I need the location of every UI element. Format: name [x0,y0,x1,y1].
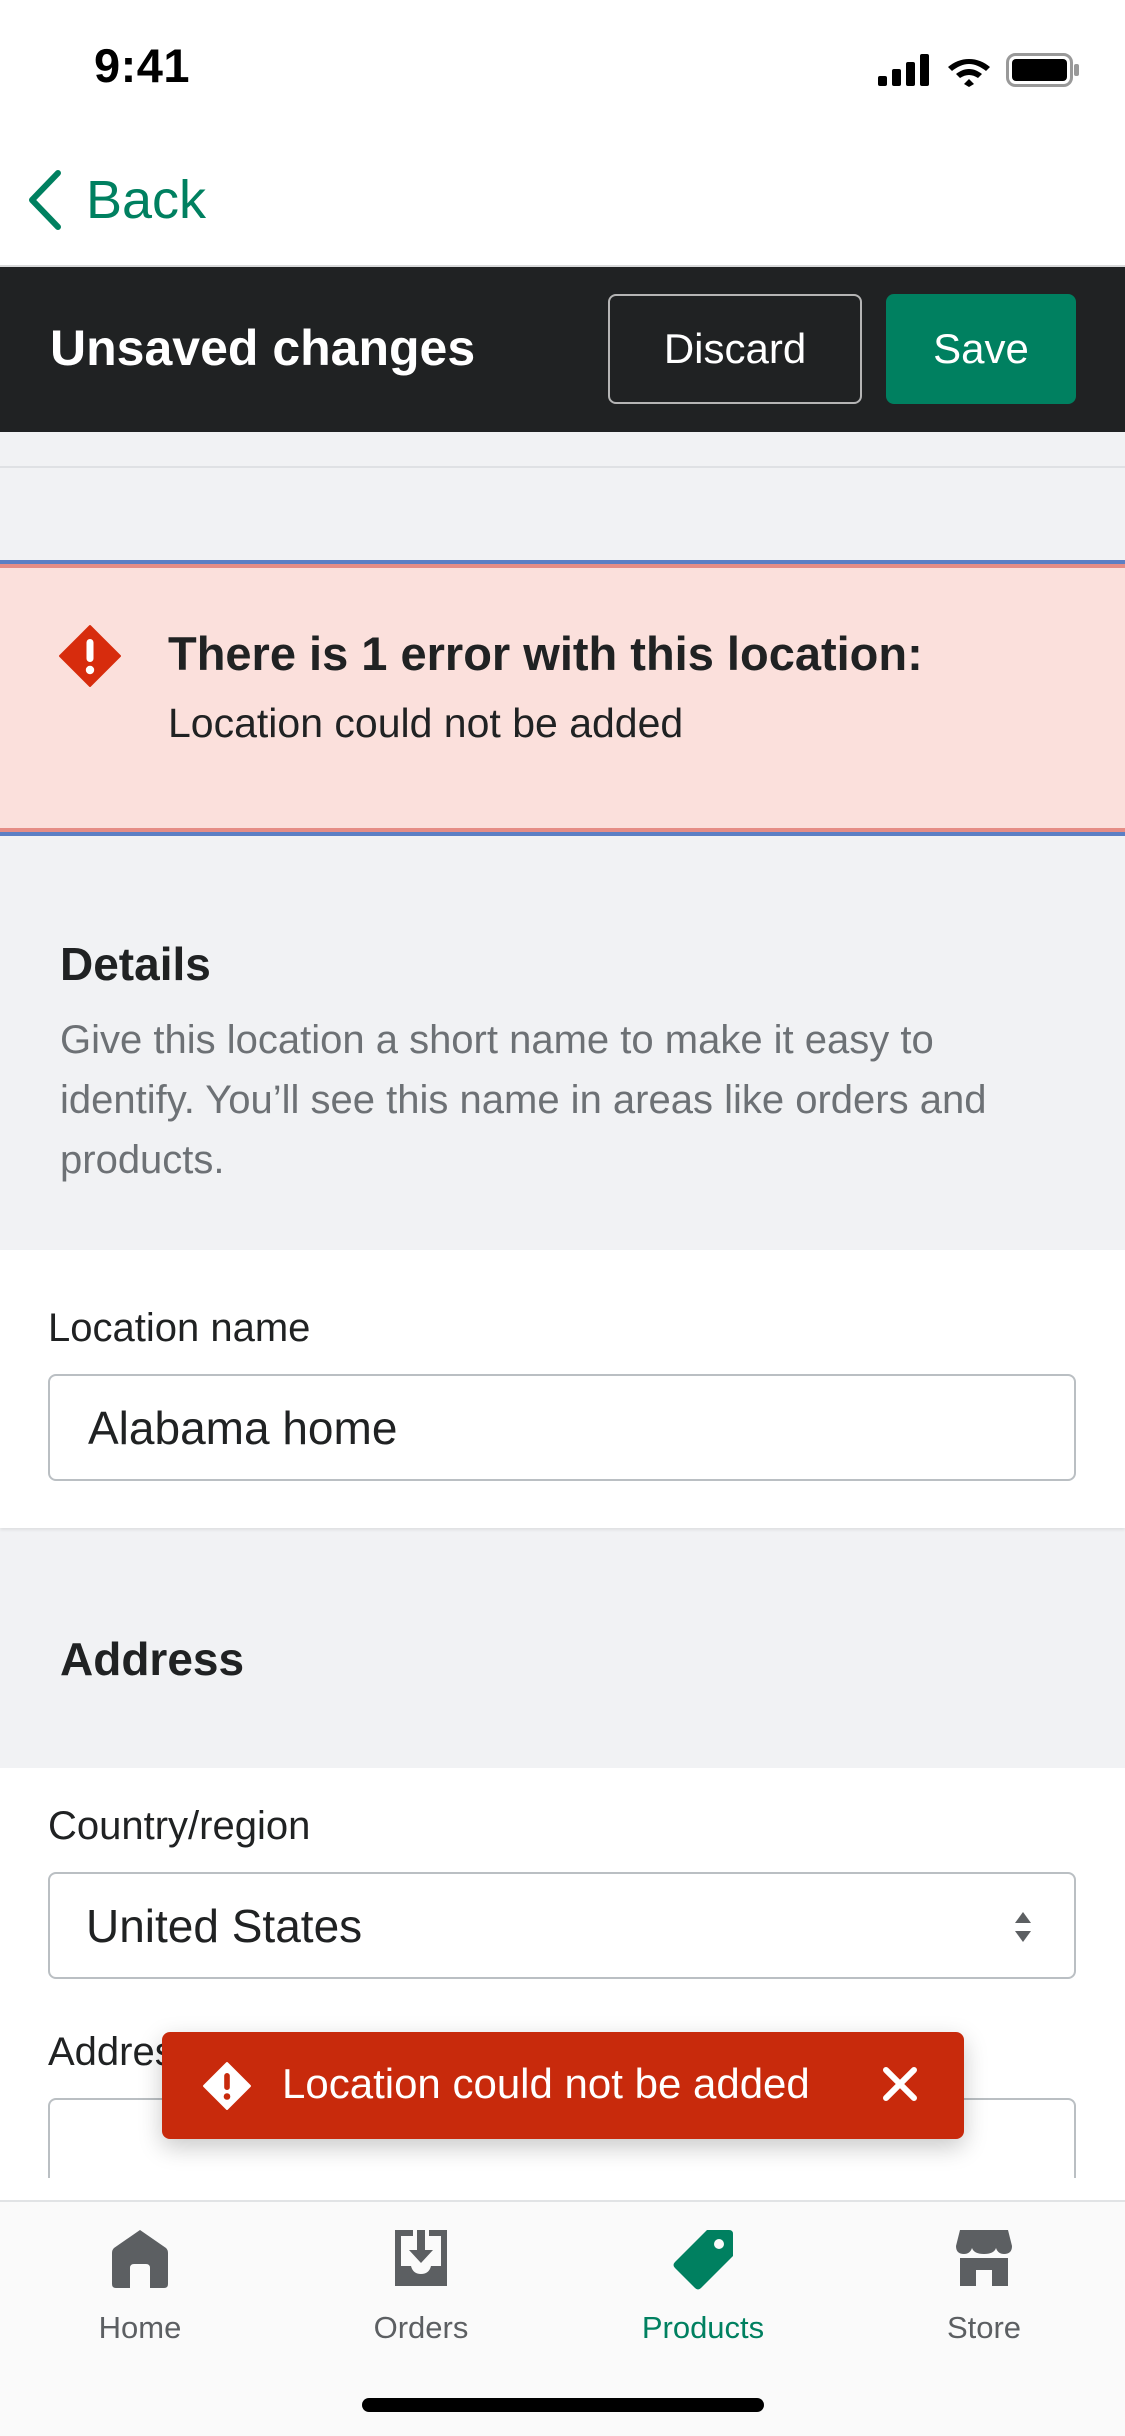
country-label: Country/region [48,1804,311,1848]
location-name-input[interactable]: Alabama home [48,1374,1076,1481]
toast-message: Location could not be added [282,2060,810,2107]
unsaved-changes-bar: Unsaved changes Discard Save [0,267,1125,432]
location-name-card: Location name Alabama home [0,1250,1125,1528]
tab-home[interactable]: Home [30,2226,250,2366]
tab-store-label: Store [946,2310,1022,2345]
error-banner-title: There is 1 error with this location: [168,627,923,680]
tab-orders[interactable]: Orders [311,2226,531,2366]
status-icons [878,52,1080,88]
tab-orders-label: Orders [373,2310,469,2345]
top-divider [0,432,1125,468]
store-icon [956,2230,1012,2286]
tab-products[interactable]: Products [593,2226,813,2366]
details-description: Give this location a short name to make … [60,1018,987,1182]
home-indicator [362,2398,764,2412]
nav-bar: Back [0,135,1125,267]
error-banner: There is 1 error with this location: Loc… [0,560,1125,836]
location-name-value: Alabama home [88,1401,398,1454]
country-select[interactable]: United States [48,1872,1076,1979]
save-button[interactable]: Save [886,294,1076,404]
alert-diamond-icon [203,2062,251,2110]
tag-icon [673,2230,733,2290]
tab-store[interactable]: Store [874,2226,1094,2366]
details-heading: Details [60,938,211,990]
select-arrows-icon [1015,1912,1031,1942]
error-toast: Location could not be added [162,2032,964,2139]
tab-products-label: Products [641,2310,765,2345]
error-banner-message: Location could not be added [168,700,684,746]
address-heading: Address [60,1633,245,1685]
main-content[interactable]: There is 1 error with this location: Loc… [0,432,1125,2200]
location-name-label: Location name [48,1306,311,1350]
wifi-icon [948,59,990,87]
battery-icon [1006,53,1079,87]
status-time: 9:41 [94,39,191,92]
status-bar: 9:41 [0,0,1125,135]
country-select-value: United States [86,1899,363,1952]
tab-home-label: Home [98,2310,182,2345]
chevron-left-icon [29,170,61,230]
back-button[interactable]: Back [24,163,206,237]
home-icon [112,2230,168,2288]
close-icon[interactable] [880,2064,920,2104]
unsaved-changes-title: Unsaved changes [50,320,476,376]
cellular-signal-icon [878,54,929,86]
discard-button[interactable]: Discard [608,294,862,404]
orders-icon [395,2230,447,2286]
back-label: Back [86,170,207,230]
alert-diamond-icon [59,625,121,687]
